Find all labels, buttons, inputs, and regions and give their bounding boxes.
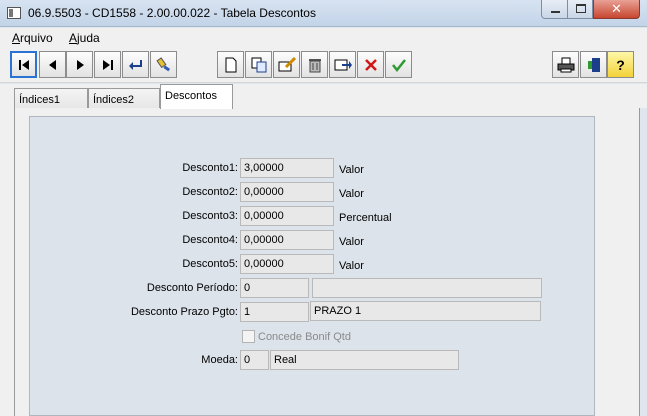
moeda-code-field[interactable]: 0 <box>240 350 269 370</box>
menu-ajuda-mnemonic: A <box>69 31 78 45</box>
last-icon <box>102 59 113 70</box>
first-icon <box>18 59 29 70</box>
desconto1-label: Desconto1: <box>182 162 238 174</box>
tab-descontos[interactable]: Descontos <box>160 84 233 109</box>
desconto-prazo-label: Desconto Prazo Pgto: <box>130 306 238 318</box>
desconto4-field[interactable]: 0,00000 <box>240 230 334 250</box>
menu-arquivo[interactable]: Arquivo <box>12 31 53 45</box>
desconto5-unit: Valor <box>339 260 364 272</box>
tab-indices2-label: Índices2 <box>93 94 134 106</box>
desconto3-unit: Percentual <box>339 212 392 224</box>
next-record-button[interactable] <box>66 51 93 78</box>
maximize-icon <box>576 4 586 13</box>
exit-button[interactable] <box>580 51 607 78</box>
last-record-button[interactable] <box>94 51 121 78</box>
desconto1-unit: Valor <box>339 164 364 176</box>
desconto3-label: Desconto3: <box>182 210 238 222</box>
ok-button[interactable] <box>385 51 412 78</box>
concede-bonif-label: Concede Bonif Qtd <box>258 331 351 343</box>
new-button[interactable] <box>217 51 244 78</box>
close-button[interactable]: ✕ <box>593 0 640 19</box>
desconto3-field[interactable]: 0,00000 <box>240 206 334 226</box>
help-icon: ? <box>616 56 625 73</box>
desconto5-label: Desconto5: <box>182 258 238 270</box>
tab-strip: Índices1 Índices2 Descontos <box>0 84 647 109</box>
tab-descontos-label: Descontos <box>165 90 217 102</box>
delete-button[interactable] <box>301 51 328 78</box>
menu-bar: Arquivo Ajuda <box>0 28 647 47</box>
moeda-label: Moeda: <box>201 354 238 366</box>
desconto2-label: Desconto2: <box>182 186 238 198</box>
menu-arquivo-mnemonic: A <box>12 31 21 45</box>
desconto4-label: Desconto4: <box>182 234 238 246</box>
goto-icon <box>128 59 142 70</box>
edit-button[interactable] <box>273 51 300 78</box>
tab-indices2[interactable]: Índices2 <box>88 88 160 109</box>
desconto-periodo-label: Desconto Período: <box>146 282 238 294</box>
desconto-prazo-desc-field: PRAZO 1 <box>310 301 541 321</box>
cancel-button[interactable] <box>357 51 384 78</box>
prev-icon <box>48 59 56 70</box>
search-icon <box>155 56 170 71</box>
desconto5-field[interactable]: 0,00000 <box>240 254 334 274</box>
maximize-button[interactable] <box>567 0 593 19</box>
exit-icon <box>587 57 600 72</box>
desconto-prazo-code-field[interactable]: 1 <box>240 302 309 322</box>
ok-icon <box>391 58 406 72</box>
desconto-periodo-code-field[interactable]: 0 <box>240 278 309 298</box>
close-icon: ✕ <box>611 1 622 16</box>
search-button[interactable] <box>150 51 177 78</box>
new-icon <box>225 57 236 72</box>
cancel-icon <box>364 58 377 71</box>
print-icon <box>557 57 574 72</box>
desconto2-unit: Valor <box>339 188 364 200</box>
copy-button[interactable] <box>245 51 272 78</box>
print-button[interactable] <box>552 51 579 78</box>
minimize-icon <box>551 11 560 13</box>
delete-icon <box>308 58 321 72</box>
moeda-desc-field: Real <box>270 350 459 370</box>
menu-arquivo-label: rquivo <box>20 31 53 45</box>
prev-record-button[interactable] <box>39 51 66 78</box>
minimize-button[interactable] <box>541 0 568 19</box>
copy-icon <box>251 57 266 72</box>
help-button[interactable]: ? <box>607 51 634 78</box>
app-icon <box>7 7 21 19</box>
desconto2-field[interactable]: 0,00000 <box>240 182 334 202</box>
tab-indices1-label: Índices1 <box>19 94 60 106</box>
concede-bonif-checkbox[interactable] <box>242 330 255 343</box>
tab-indices1[interactable]: Índices1 <box>14 88 88 109</box>
first-record-button[interactable] <box>10 51 37 78</box>
desconto1-field[interactable]: 3,00000 <box>240 158 334 178</box>
toolbar: ? <box>0 47 647 83</box>
edit-icon <box>278 56 296 71</box>
desconto4-unit: Valor <box>339 236 364 248</box>
title-bar: 06.9.5503 - CD1558 - 2.00.00.022 - Tabel… <box>0 0 647 27</box>
desconto-periodo-desc-field <box>312 278 542 298</box>
replace-icon <box>334 59 352 70</box>
goto-button[interactable] <box>122 51 149 78</box>
replace-button[interactable] <box>329 51 356 78</box>
next-icon <box>76 59 84 70</box>
menu-ajuda-label: juda <box>77 31 100 45</box>
left-margin <box>0 108 14 416</box>
menu-ajuda[interactable]: Ajuda <box>69 31 100 45</box>
window-title: 06.9.5503 - CD1558 - 2.00.00.022 - Tabel… <box>28 6 316 20</box>
